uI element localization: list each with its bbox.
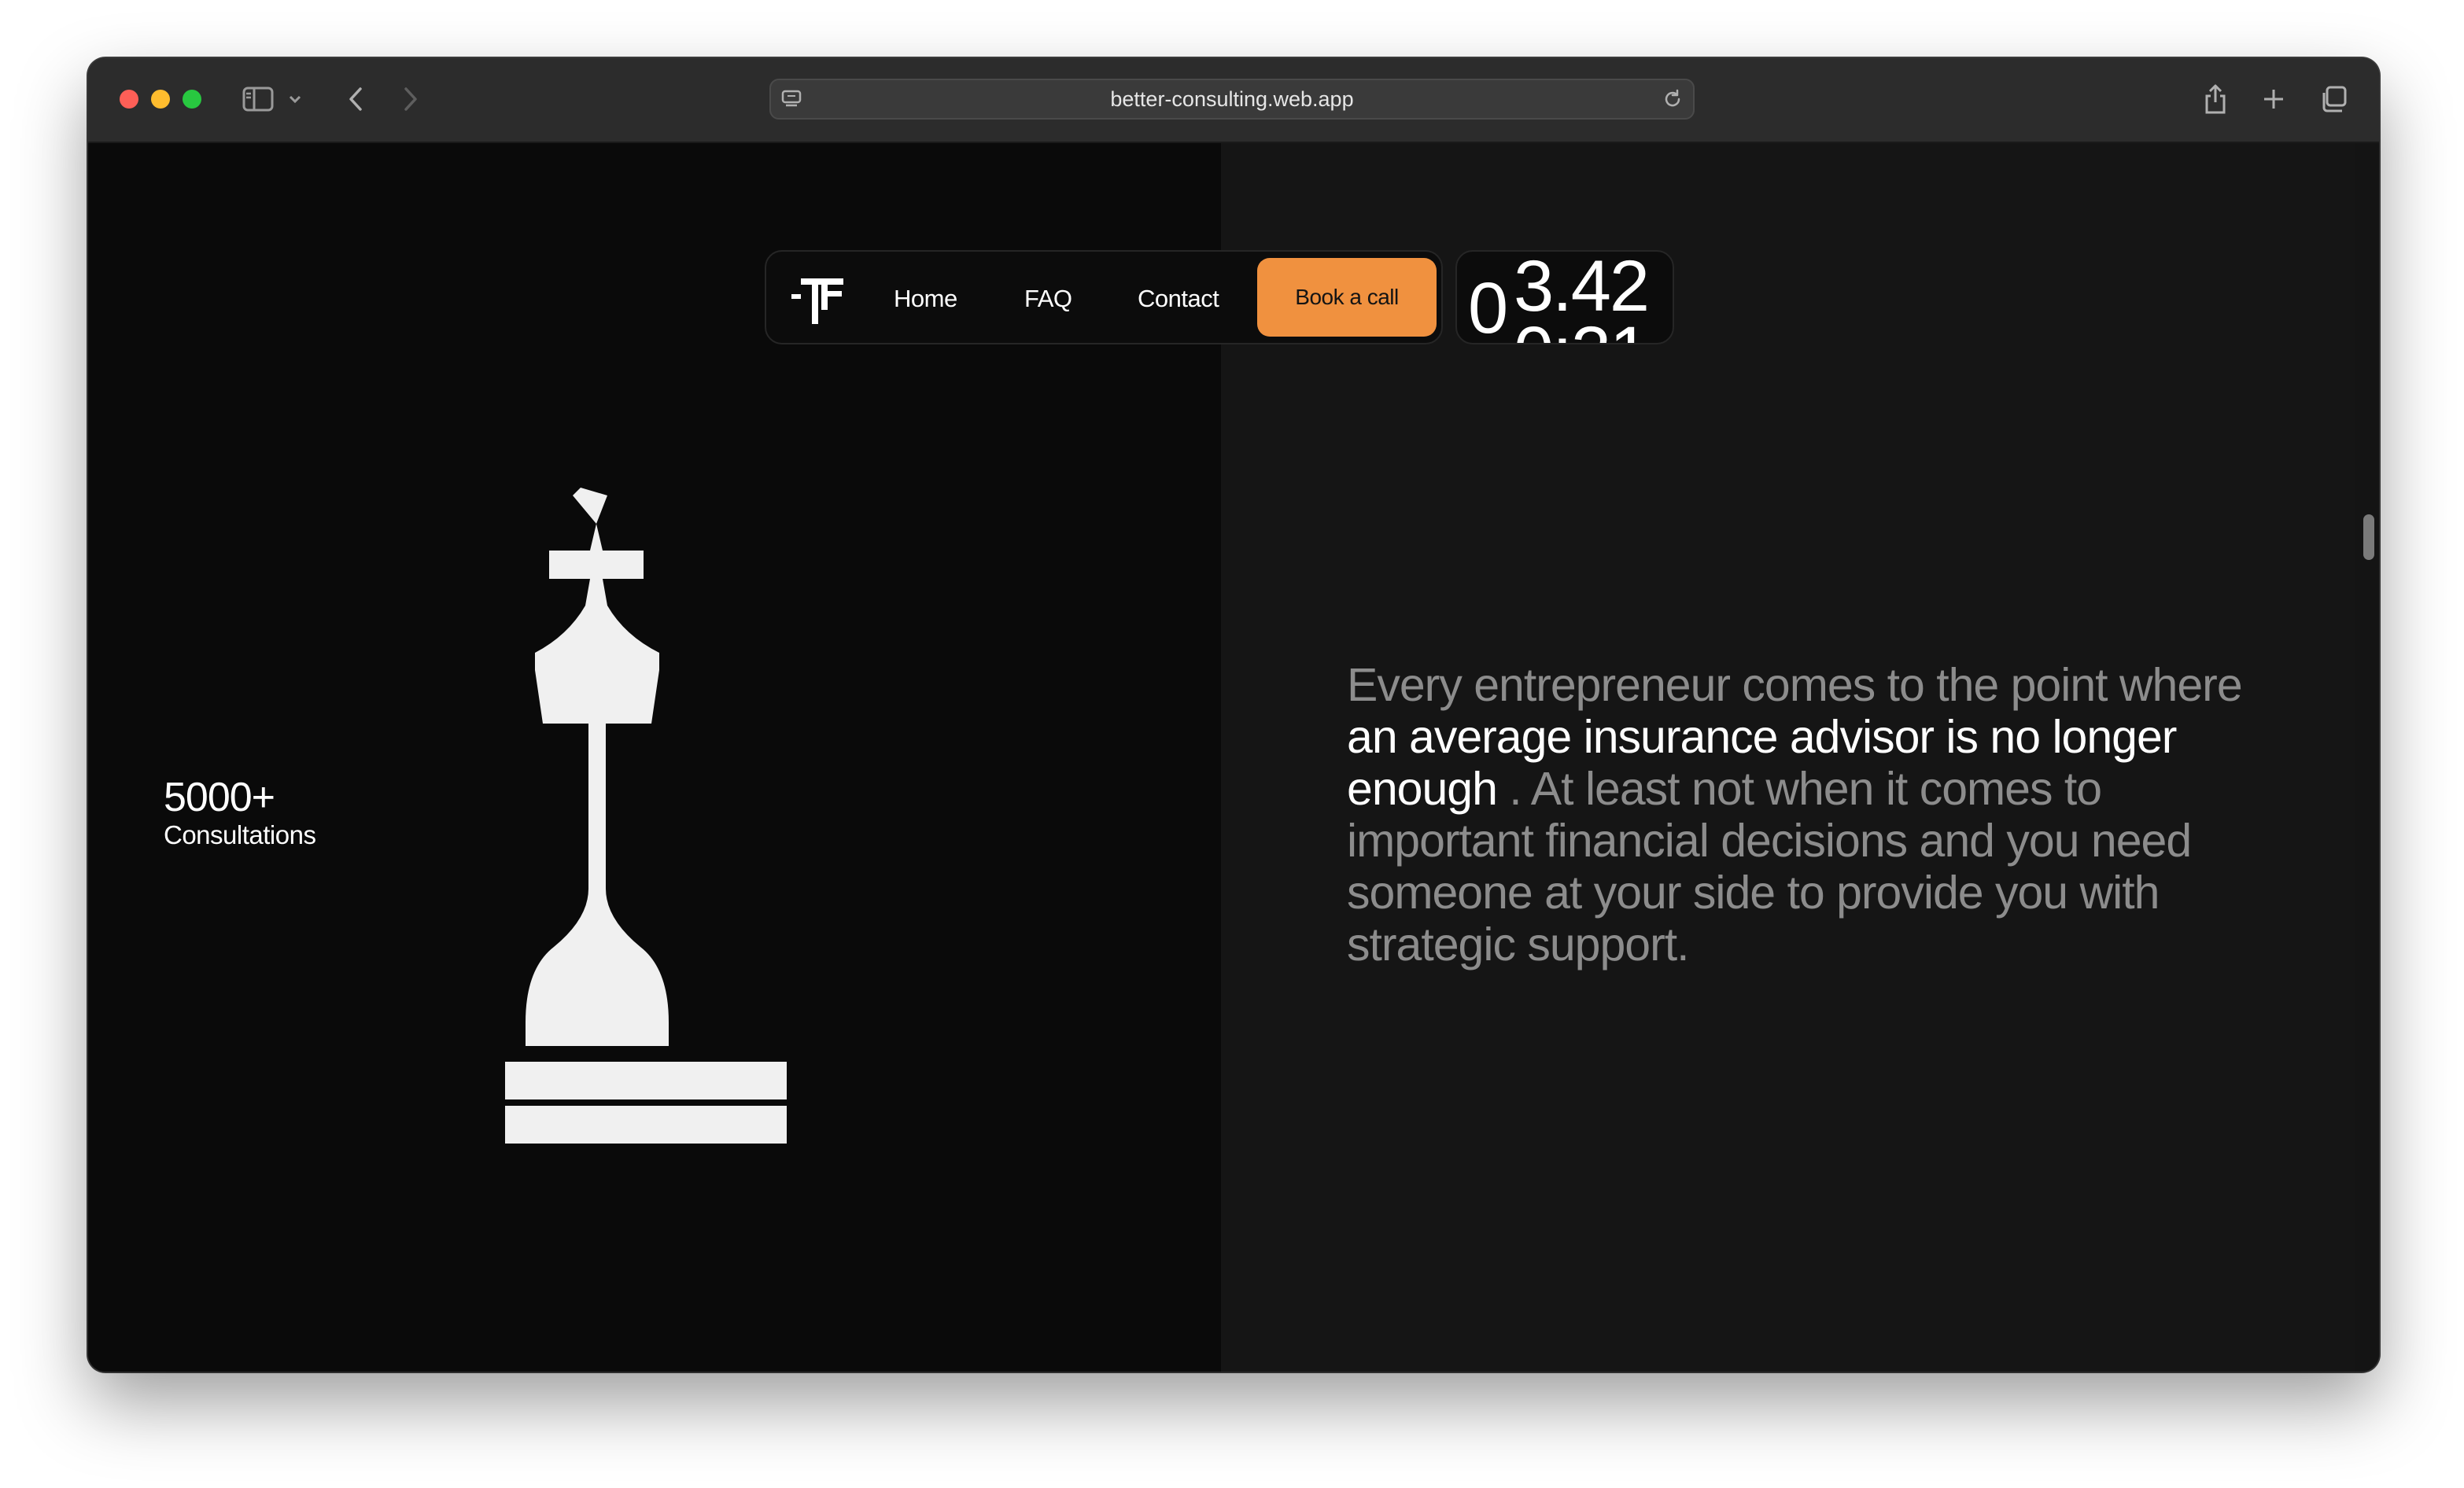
zoom-icon[interactable] <box>183 90 201 109</box>
forward-icon[interactable] <box>393 82 428 116</box>
new-tab-icon[interactable] <box>2256 82 2291 116</box>
statement-text-start: Every entrepreneur comes to the point wh… <box>1347 659 2243 711</box>
minimize-icon[interactable] <box>151 90 170 109</box>
nav-faq-link[interactable]: FAQ <box>1024 283 1072 315</box>
sidebar-icon[interactable] <box>241 82 275 116</box>
share-icon[interactable] <box>2198 82 2233 116</box>
brand-logo-icon[interactable] <box>790 271 847 330</box>
clock-widget: 0 3.42 0:21 <box>1455 250 1674 344</box>
clock-static-digit: 0 <box>1468 268 1508 344</box>
reload-icon[interactable] <box>1662 88 1684 114</box>
nav-contact-link[interactable]: Contact <box>1138 283 1219 315</box>
chess-king-icon <box>505 488 787 1144</box>
page-content: Home FAQ Contact Book a call 0 3.42 0:21… <box>88 143 2379 1372</box>
stat-label: Consultations <box>164 820 316 849</box>
hero-statement: Every entrepreneur comes to the point wh… <box>1347 659 2259 971</box>
stat-value: 5000+ <box>164 775 275 820</box>
address-bar[interactable]: better-consulting.web.app <box>769 79 1695 120</box>
scrollbar-thumb[interactable] <box>2363 514 2374 560</box>
scrollbar[interactable] <box>2355 143 2379 1372</box>
browser-toolbar: better-consulting.web.app <box>88 58 2379 143</box>
browser-window: better-consulting.web.app Home FAQ Conta… <box>88 58 2379 1372</box>
book-a-call-button[interactable]: Book a call <box>1257 258 1437 337</box>
chevron-down-icon[interactable] <box>283 82 307 116</box>
main-nav: Home FAQ Contact Book a call <box>765 250 1443 344</box>
nav-home-link[interactable]: Home <box>894 283 957 315</box>
close-icon[interactable] <box>120 90 138 109</box>
tab-overview-icon[interactable] <box>2316 82 2351 116</box>
back-icon[interactable] <box>338 82 373 116</box>
url-text: better-consulting.web.app <box>1110 87 1354 111</box>
clock-next-digits: 0:21 <box>1514 316 1650 343</box>
